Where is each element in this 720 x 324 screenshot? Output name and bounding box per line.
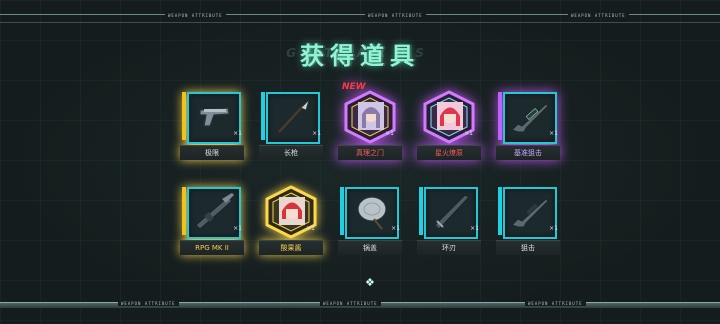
item-quantity: ×1 [233, 130, 242, 137]
page-title: 获得道具 [300, 42, 420, 70]
item-label: 狙击 [496, 240, 560, 255]
rarity-stripe [498, 187, 502, 235]
top-bar-tag-1: WEAPON ATTRIBUTE [165, 13, 226, 18]
rarity-stripe [498, 92, 502, 140]
sniper-rifle-icon [511, 198, 549, 228]
bottom-bar-tag-3: WEAPON ATTRIBUTE [525, 301, 586, 306]
item-label: 长枪 [259, 145, 323, 160]
rocket-launcher-icon [195, 193, 234, 230]
bottom-bar-tag-2: WEAPON ATTRIBUTE [320, 301, 381, 306]
title-area: GET ARDS 获得道具 [0, 36, 720, 72]
reward-item-6[interactable]: ×1 酸果酱 [255, 185, 327, 255]
item-label: 真理之门 [338, 145, 402, 160]
top-bar-tag-2: WEAPON ATTRIBUTE [365, 13, 426, 18]
item-quantity: ×1 [306, 225, 315, 232]
reward-item-5[interactable]: ×1 RPG MK II [176, 185, 248, 255]
diamond-icon[interactable]: ❖ [365, 276, 375, 289]
item-quantity: ×1 [233, 225, 242, 232]
spear-icon [278, 99, 310, 133]
reward-item-4[interactable]: ×1 基准狙击 [492, 90, 564, 160]
reward-item-9[interactable]: ×1 狙击 [492, 185, 564, 255]
new-badge: NEW [342, 82, 366, 92]
pistol-icon [199, 107, 230, 127]
reward-item-0[interactable]: ×1 极限 [176, 90, 248, 160]
rarity-stripe [182, 187, 186, 235]
item-quantity: ×1 [464, 130, 473, 137]
item-label: 酸果酱 [259, 240, 323, 255]
item-label: 星火燎原 [417, 145, 481, 160]
item-label: RPG MK II [180, 240, 244, 255]
item-quantity: ×1 [549, 130, 558, 137]
item-label: 基准狙击 [496, 145, 560, 160]
shield-icon [357, 196, 387, 230]
rarity-stripe [182, 92, 186, 140]
character-portrait-icon [437, 102, 463, 130]
sword-icon [434, 194, 470, 230]
item-quantity: ×1 [312, 130, 321, 137]
sniper-rifle-icon [511, 103, 549, 133]
reward-item-1[interactable]: ×1 长枪 [255, 90, 327, 160]
reward-item-2[interactable]: NEW ×1 真理之门 [334, 82, 406, 160]
item-quantity: ×1 [549, 225, 558, 232]
reward-item-8[interactable]: ×1 环刃 [413, 185, 485, 255]
rarity-stripe [261, 92, 265, 140]
reward-item-3[interactable]: ×1 星火燎原 [413, 90, 485, 160]
item-quantity: ×1 [385, 130, 394, 137]
item-quantity: ×1 [470, 225, 479, 232]
item-label: 极限 [180, 145, 244, 160]
rarity-stripe [419, 187, 423, 235]
rarity-stripe [340, 187, 344, 235]
item-label: 锅盖 [338, 240, 402, 255]
item-label: 环刃 [417, 240, 481, 255]
top-bar-tag-3: WEAPON ATTRIBUTE [568, 13, 629, 18]
item-quantity: ×1 [391, 225, 400, 232]
character-portrait-icon [358, 102, 384, 130]
reward-item-7[interactable]: ×1 锅盖 [334, 185, 406, 255]
bottom-bar-tag-1: WEAPON ATTRIBUTE [118, 301, 179, 306]
character-portrait-icon [279, 197, 305, 225]
